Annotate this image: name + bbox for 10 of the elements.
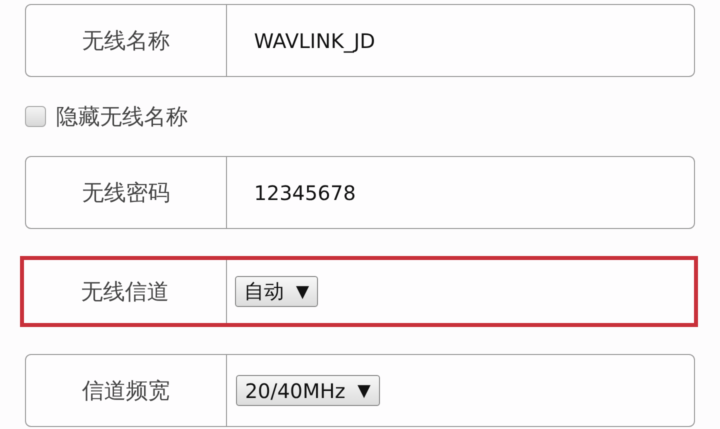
- checkbox[interactable]: [25, 106, 46, 127]
- checkbox-label: 隐藏无线名称: [56, 104, 188, 132]
- dropdown[interactable]: 自动 ▼: [235, 276, 318, 307]
- field-label: 无线信道: [24, 260, 227, 323]
- text-field[interactable]: WAVLINK_JD: [227, 5, 694, 76]
- field-label: 无线密码: [26, 157, 227, 228]
- dropdown[interactable]: 20/40MHz ▼: [236, 375, 380, 406]
- field-label: 信道频宽: [26, 355, 227, 426]
- field-label: 无线名称: [26, 5, 227, 76]
- text-field[interactable]: 12345678: [227, 157, 694, 228]
